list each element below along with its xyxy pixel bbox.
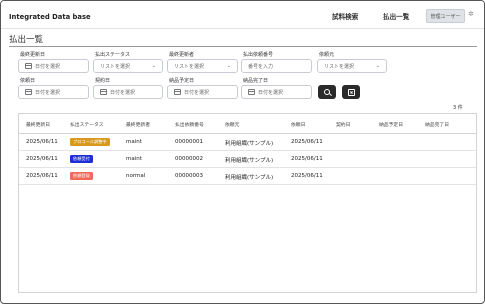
column-header-requester[interactable]: 依頼元	[225, 121, 239, 128]
column-header-request-date[interactable]: 依頼日	[291, 121, 305, 128]
cell-requester: 利用組織(サンプル)	[225, 175, 274, 181]
filter-label-contract-date: 契約日	[95, 78, 111, 84]
page-title: 払出一覧	[9, 35, 44, 45]
dispatch-number-placeholder: 番号を入力	[248, 63, 274, 70]
status-badge: プロコール調整中	[70, 138, 110, 146]
status-badge: 依頼受付	[70, 155, 93, 163]
delivery-complete-date-picker[interactable]: 日付を選択	[241, 85, 312, 99]
app-title: Integrated Data base	[9, 13, 91, 21]
cell-request-date: 2025/06/11	[291, 173, 323, 179]
column-header-last-updater[interactable]: 最終更新者	[126, 121, 150, 128]
cell-dispatch-no[interactable]: 00000003	[175, 173, 203, 179]
search-button[interactable]	[318, 85, 336, 99]
planned-delivery-placeholder: 日付を選択	[184, 89, 210, 96]
result-count: 3 件	[453, 105, 463, 111]
calendar-icon	[25, 89, 32, 95]
last-updated-date-picker[interactable]: 日付を選択	[18, 59, 89, 73]
request-date-picker[interactable]: 日付を選択	[18, 85, 89, 99]
cell-dispatch-no[interactable]: 00000001	[175, 139, 203, 145]
filter-label-request-date: 依頼日	[20, 78, 36, 84]
last-updated-placeholder: 日付を選択	[35, 63, 61, 70]
column-header-last-updated[interactable]: 最終更新日	[26, 121, 50, 128]
cell-last-updated: 2025/06/11	[26, 139, 58, 145]
calendar-icon	[248, 89, 255, 95]
delivery-complete-placeholder: 日付を選択	[258, 89, 284, 96]
chevron-down-icon: ⌄	[226, 63, 231, 69]
cell-dispatch-no[interactable]: 00000002	[175, 156, 203, 162]
request-date-placeholder: 日付を選択	[35, 89, 61, 96]
clear-icon	[347, 88, 355, 96]
nav-dispatch-list[interactable]: 払出一覧	[383, 11, 409, 21]
cell-requester: 利用組織(サンプル)	[225, 141, 274, 147]
gear-icon[interactable]: ✲	[468, 11, 474, 18]
cell-last-updated: 2025/06/11	[26, 156, 58, 162]
filter-label-delivery-complete: 納品完了日	[243, 78, 269, 84]
table-row[interactable]: 2025/06/11 依頼登録 normal 00000003 利用組織(サンプ…	[19, 168, 476, 185]
app-window: Integrated Data base 試料検索 払出一覧 管理ユーザー ✲ …	[0, 0, 485, 304]
dispatch-table: 最終更新日 払出ステータス 最終更新者 払出依頼番号 依頼元 依頼日 契約日 納…	[18, 113, 477, 293]
filter-label-last-updater: 最終更新者	[169, 52, 195, 58]
user-menu-button[interactable]: 管理ユーザー	[426, 9, 465, 23]
planned-delivery-date-picker[interactable]: 日付を選択	[167, 85, 238, 99]
filter-label-requester: 依頼元	[319, 52, 335, 58]
calendar-icon	[174, 89, 181, 95]
cell-last-updater: maint	[126, 156, 142, 162]
status-badge: 依頼登録	[70, 172, 93, 180]
requester-select[interactable]: リストを選択 ⌄	[317, 59, 387, 73]
app-header: Integrated Data base 試料検索 払出一覧 管理ユーザー ✲	[1, 1, 484, 29]
cell-last-updater: normal	[126, 173, 146, 179]
filter-label-planned-delivery: 納品予定日	[169, 78, 195, 84]
table-header: 最終更新日 払出ステータス 最終更新者 払出依頼番号 依頼元 依頼日 契約日 納…	[19, 114, 476, 134]
title-divider	[9, 46, 477, 47]
cell-last-updater: maint	[126, 139, 142, 145]
column-header-planned-delivery[interactable]: 納品予定日	[379, 121, 403, 128]
status-placeholder: リストを選択	[100, 63, 131, 70]
contract-date-placeholder: 日付を選択	[110, 89, 136, 96]
filter-label-status: 払出ステータス	[95, 52, 131, 58]
status-select[interactable]: リストを選択 ⌄	[93, 59, 163, 73]
clear-filters-button[interactable]	[342, 85, 360, 99]
last-updater-select[interactable]: リストを選択 ⌄	[167, 59, 238, 73]
table-row[interactable]: 2025/06/11 依頼受付 maint 00000002 利用組織(サンプル…	[19, 151, 476, 168]
contract-date-picker[interactable]: 日付を選択	[93, 85, 163, 99]
column-header-delivery-complete[interactable]: 納品完了日	[425, 121, 449, 128]
dispatch-number-input[interactable]: 番号を入力	[241, 59, 312, 73]
cell-requester: 利用組織(サンプル)	[225, 158, 274, 164]
calendar-icon	[100, 89, 107, 95]
calendar-icon	[25, 63, 32, 69]
cell-request-date: 2025/06/11	[291, 139, 323, 145]
filter-label-dispatch-no: 払出依頼番号	[243, 52, 274, 58]
column-header-dispatch-no[interactable]: 払出依頼番号	[175, 121, 204, 128]
last-updater-placeholder: リストを選択	[174, 63, 205, 70]
nav-sample-search[interactable]: 試料検索	[332, 11, 358, 21]
column-header-status[interactable]: 払出ステータス	[70, 121, 104, 128]
cell-request-date: 2025/06/11	[291, 156, 323, 162]
chevron-down-icon: ⌄	[151, 63, 156, 69]
requester-placeholder: リストを選択	[324, 63, 355, 70]
cell-last-updated: 2025/06/11	[26, 173, 58, 179]
filter-label-last-updated: 最終更新日	[20, 52, 46, 58]
chevron-down-icon: ⌄	[375, 63, 380, 69]
column-header-contract-date[interactable]: 契約日	[336, 121, 350, 128]
search-icon	[323, 88, 330, 95]
table-row[interactable]: 2025/06/11 プロコール調整中 maint 00000001 利用組織(…	[19, 134, 476, 151]
